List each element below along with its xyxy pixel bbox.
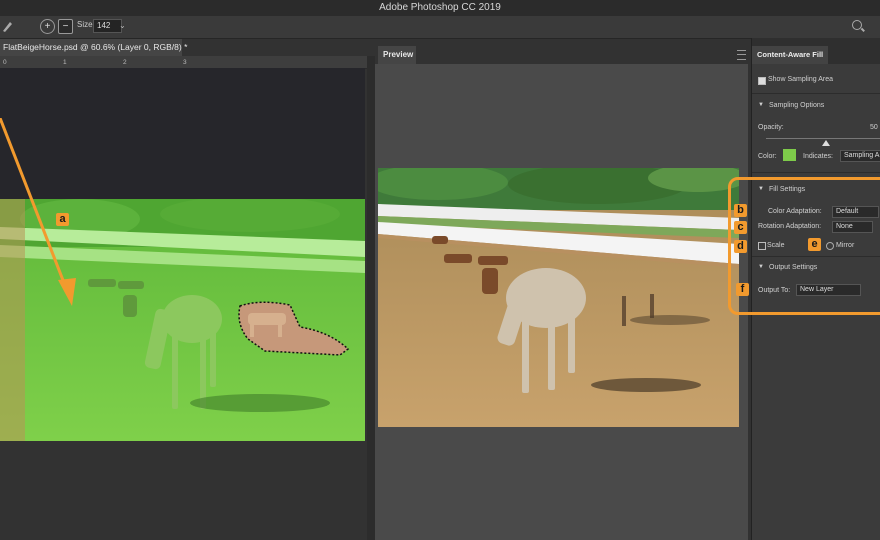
document-scrollbar[interactable] bbox=[367, 56, 375, 540]
add-to-sampling-icon[interactable]: + bbox=[40, 19, 55, 34]
sampling-options-header[interactable]: Sampling Options bbox=[769, 102, 824, 109]
document-tab-title: FlatBeigeHorse.psd @ 60.6% (Layer 0, RGB… bbox=[3, 42, 188, 52]
chevron-down-icon[interactable]: ▼ bbox=[758, 102, 764, 108]
brush-tool-icon[interactable] bbox=[1, 19, 13, 33]
indicates-label: Indicates: bbox=[803, 153, 833, 160]
options-bar: + − Size: 142 ⌄ bbox=[0, 16, 880, 39]
show-sampling-area-checkbox[interactable] bbox=[758, 77, 766, 85]
annotation-badge-e: e bbox=[808, 238, 821, 251]
annotation-badge-f: f bbox=[736, 283, 749, 296]
opacity-value[interactable]: 50 bbox=[870, 124, 878, 131]
opacity-slider-thumb[interactable] bbox=[822, 140, 830, 146]
opacity-slider-track[interactable] bbox=[766, 138, 880, 139]
subtract-from-sampling-icon[interactable]: − bbox=[58, 19, 73, 34]
search-icon[interactable] bbox=[852, 20, 862, 30]
divider bbox=[752, 93, 880, 94]
color-label: Color: bbox=[758, 153, 777, 160]
tab-content-aware-fill-label: Content-Aware Fill bbox=[757, 50, 824, 59]
canvas-empty-area-bottom bbox=[0, 441, 365, 540]
size-input[interactable]: 142 bbox=[93, 19, 122, 33]
annotation-badge-a: a bbox=[56, 213, 69, 226]
ruler-tick: 1 bbox=[63, 59, 67, 66]
ruler-tick: 2 bbox=[123, 59, 127, 66]
tab-content-aware-fill[interactable]: Content-Aware Fill bbox=[752, 46, 828, 64]
preview-image[interactable] bbox=[378, 168, 739, 427]
panel-menu-icon[interactable] bbox=[737, 50, 746, 60]
tab-preview-label: Preview bbox=[383, 50, 414, 59]
title-bar: Adobe Photoshop CC 2019 bbox=[0, 0, 880, 16]
annotation-highlight-box bbox=[728, 177, 880, 315]
annotation-badge-d: d bbox=[734, 240, 747, 253]
annotation-badge-b: b bbox=[734, 204, 747, 217]
document-tab[interactable]: FlatBeigeHorse.psd @ 60.6% (Layer 0, RGB… bbox=[0, 39, 187, 56]
app-title: Adobe Photoshop CC 2019 bbox=[379, 2, 501, 13]
divider bbox=[752, 172, 880, 173]
show-sampling-area-label: Show Sampling Area bbox=[768, 76, 833, 83]
opacity-label: Opacity: bbox=[758, 124, 784, 131]
chevron-down-icon[interactable]: ⌄ bbox=[119, 19, 128, 32]
indicates-select[interactable]: Sampling A bbox=[840, 150, 880, 162]
color-swatch[interactable] bbox=[783, 149, 796, 161]
tab-preview[interactable]: Preview bbox=[378, 46, 416, 64]
ruler-tick: 3 bbox=[183, 59, 187, 66]
ruler-tick: 0 bbox=[3, 59, 7, 66]
annotation-badge-c: c bbox=[734, 221, 747, 234]
